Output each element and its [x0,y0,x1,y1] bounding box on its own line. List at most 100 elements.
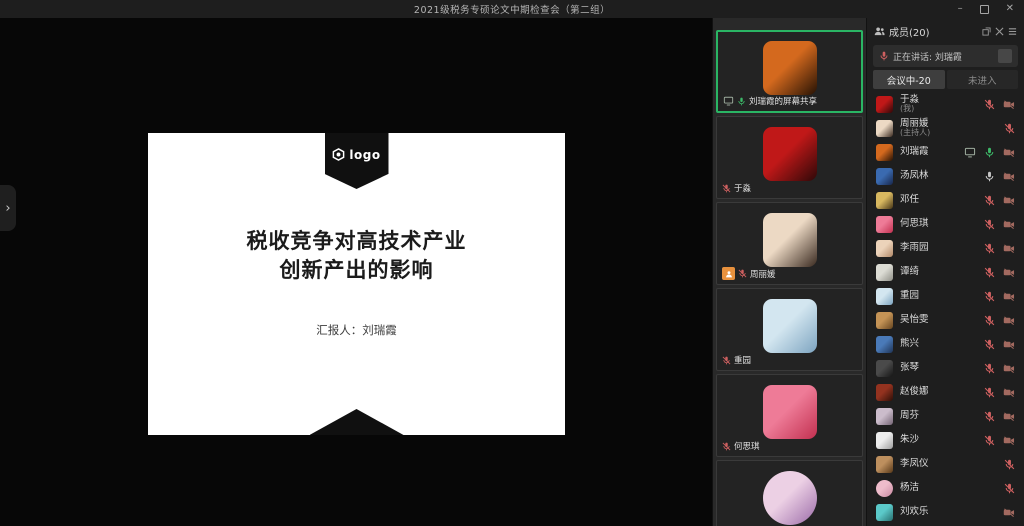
member-panel-title: 成员(20) [889,24,930,39]
mic-status-icon[interactable] [984,435,995,446]
video-thumbnail[interactable]: 刘瑞霞的屏幕共享 [716,30,863,113]
tab-not-joined[interactable]: 未进入 [947,70,1019,89]
mic-status-icon[interactable] [984,243,995,254]
participant-avatar [763,127,817,181]
mic-status-icon [722,442,731,451]
camera-status-icon[interactable] [1003,195,1015,206]
video-thumbnail[interactable]: 周丽媛 [716,202,863,285]
slide-presenter: 汇报人：刘瑞霞 [148,322,565,338]
mic-status-icon[interactable] [984,291,995,302]
mic-status-icon[interactable] [1004,483,1015,494]
member-avatar [876,408,893,425]
member-row[interactable]: 于淼 (我) [867,92,1024,116]
meeting-app: logo 税收竞争对高技术产业 创新产出的影响 汇报人：刘瑞霞 › [0,18,1024,526]
member-avatar [876,120,893,137]
mic-status-icon[interactable] [1004,123,1015,134]
camera-status-icon[interactable] [1003,435,1015,446]
window-titlebar: 2021级税务专硕论文中期检查会（第二组） – ✕ [0,0,1024,18]
member-row[interactable]: 周芬 [867,404,1024,428]
member-row[interactable]: 刘欢乐 [867,500,1024,524]
window-controls: – ✕ [958,0,1014,18]
member-row[interactable]: 邓任 [867,188,1024,212]
member-row[interactable]: 杨洁 [867,476,1024,500]
mic-status-icon[interactable] [984,363,995,374]
camera-status-icon[interactable] [1003,411,1015,422]
camera-status-icon[interactable] [1003,291,1015,302]
window-title: 2021级税务专硕论文中期检查会（第二组） [414,2,610,16]
camera-status-icon[interactable] [1003,339,1015,350]
members-icon [874,26,885,37]
camera-status-icon[interactable] [1003,507,1015,518]
member-panel: 成员(20) 正在讲话: 刘瑞霞 会 [866,18,1024,526]
mic-status-icon[interactable] [984,339,995,350]
speaking-mic-icon [879,51,889,61]
thumbnail-label: 何思琪 [722,440,760,452]
member-name: 吴怡雯 [900,315,929,325]
member-avatar [876,144,893,161]
panel-expand-button[interactable]: › [0,185,16,231]
member-name: 杨洁 [900,483,919,493]
participant-name: 重园 [734,354,751,366]
member-row[interactable]: 李雨园 [867,236,1024,260]
member-name: 刘瑞霞 [900,147,929,157]
member-row[interactable]: 李凤仪 [867,452,1024,476]
camera-status-icon[interactable] [1003,99,1015,110]
member-avatar [876,312,893,329]
member-name: 谭绮 [900,267,919,277]
member-name: 刘欢乐 [900,507,929,517]
camera-status-icon[interactable] [1003,147,1015,158]
mic-status-icon[interactable] [984,195,995,206]
participant-name: 于淼 [734,182,751,194]
maximize-button[interactable] [980,5,989,14]
member-row[interactable]: 汤凤林 [867,164,1024,188]
now-speaking-label: 正在讲话: 刘瑞霞 [893,50,962,63]
close-panel-icon[interactable] [995,27,1004,36]
camera-status-icon[interactable] [1003,267,1015,278]
popout-panel-icon[interactable] [982,27,991,36]
mic-status-icon[interactable] [984,267,995,278]
thumbnail-label: 于淼 [722,182,751,194]
camera-status-icon[interactable] [1003,315,1015,326]
mic-status-icon[interactable] [984,411,995,422]
member-row[interactable]: 谭绮 [867,260,1024,284]
camera-status-icon[interactable] [1003,387,1015,398]
member-avatar [876,384,893,401]
maximize-icon [980,5,989,14]
camera-status-icon[interactable] [1003,219,1015,230]
mic-status-icon[interactable] [984,387,995,398]
presentation-slide: logo 税收竞争对高技术产业 创新产出的影响 汇报人：刘瑞霞 [148,133,565,435]
participant-avatar [763,41,817,95]
member-row[interactable]: 何思琪 [867,212,1024,236]
video-thumbnail[interactable] [716,460,863,526]
member-row[interactable]: 周丽媛 (主持人) [867,116,1024,140]
member-row[interactable]: 赵俊娜 [867,380,1024,404]
mic-status-icon[interactable] [984,147,995,158]
mic-status-icon[interactable] [1004,459,1015,470]
chevron-right-icon: › [5,201,10,216]
member-row[interactable]: 张琴 [867,356,1024,380]
member-row[interactable]: 重园 [867,284,1024,308]
menu-icon[interactable] [1008,27,1017,36]
mic-status-icon[interactable] [984,219,995,230]
video-thumbnail[interactable]: 何思琪 [716,374,863,457]
mic-status-icon[interactable] [984,171,995,182]
camera-status-icon[interactable] [1003,171,1015,182]
member-row[interactable]: 朱沙 [867,428,1024,452]
participant-avatar [763,299,817,353]
camera-status-icon[interactable] [1003,243,1015,254]
member-row[interactable]: 熊兴 [867,332,1024,356]
mic-status-icon[interactable] [984,315,995,326]
close-button[interactable]: ✕ [1006,4,1014,14]
member-avatar [876,480,893,497]
minimize-button[interactable]: – [958,4,963,14]
camera-status-icon[interactable] [1003,363,1015,374]
video-thumbnail[interactable]: 重园 [716,288,863,371]
member-avatar [876,96,893,113]
mic-status-icon[interactable] [984,99,995,110]
tab-in-meeting[interactable]: 会议中-20 [873,70,945,89]
search-button[interactable] [998,49,1012,63]
member-row[interactable]: 刘瑞霞 [867,140,1024,164]
video-thumbnail[interactable]: 于淼 [716,116,863,199]
video-thumbnail-strip: 刘瑞霞的屏幕共享 于淼 [712,18,866,526]
member-row[interactable]: 吴怡雯 [867,308,1024,332]
